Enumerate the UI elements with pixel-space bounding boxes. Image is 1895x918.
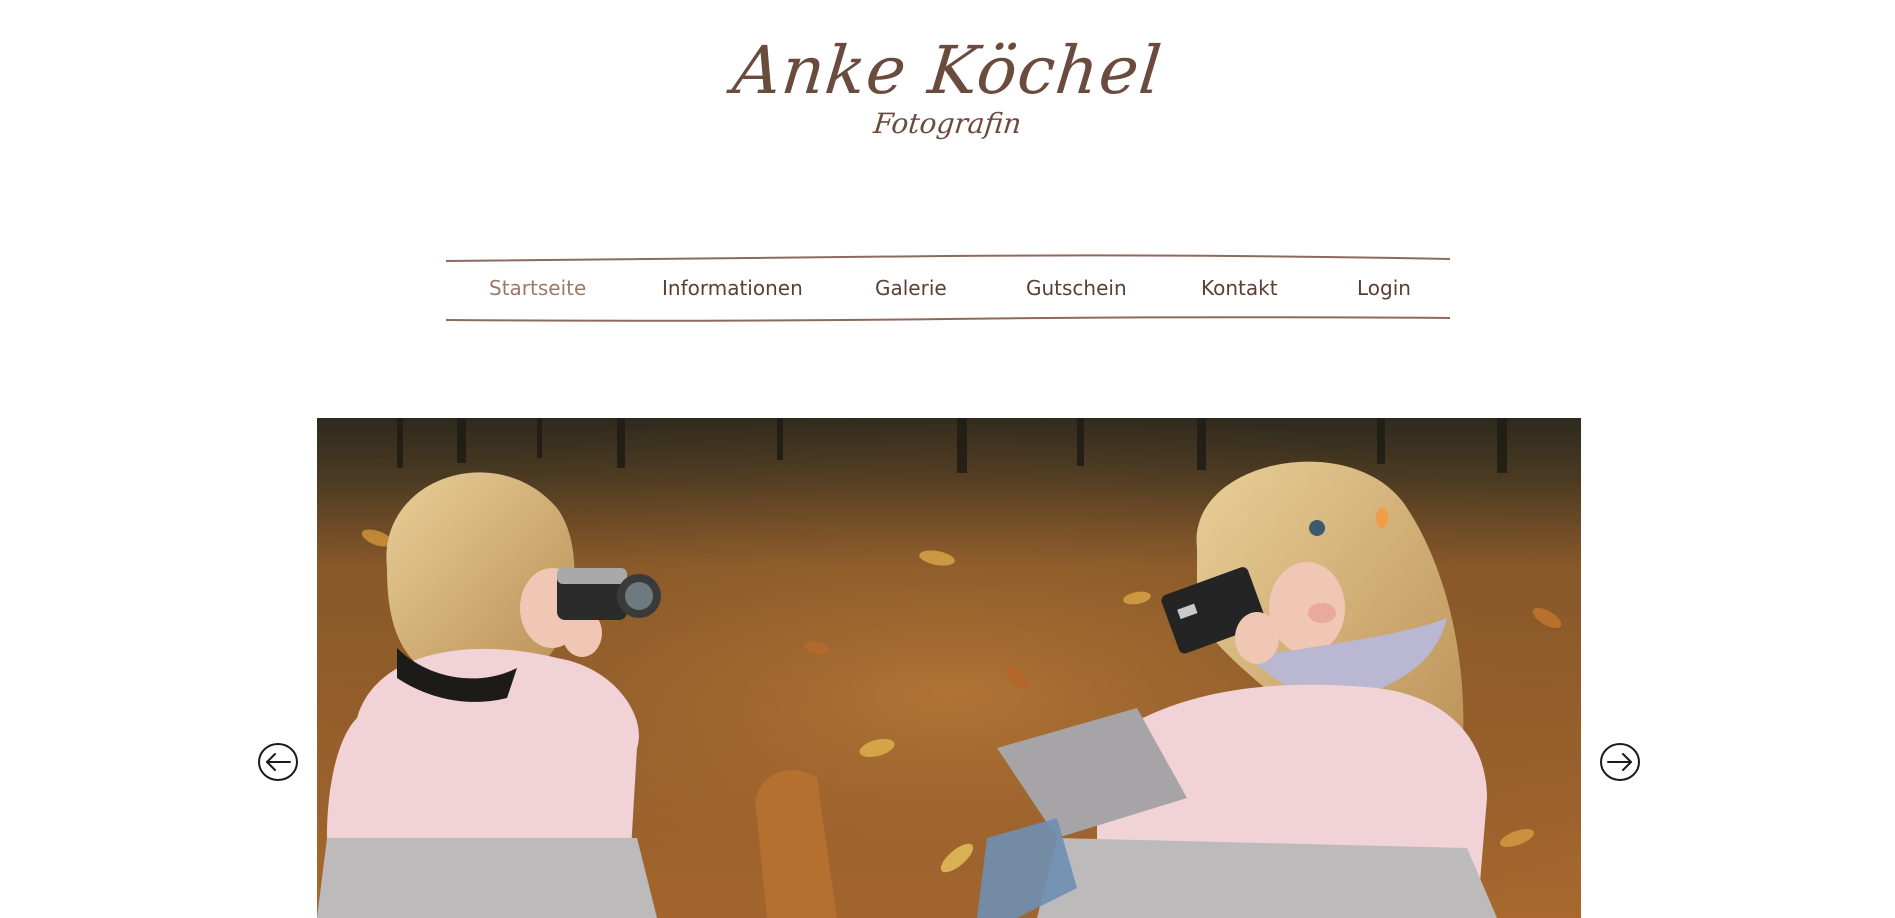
nav-item-kontakt[interactable]: Kontakt bbox=[1201, 276, 1278, 300]
main-navigation: Startseite Informationen Galerie Gutsche… bbox=[445, 254, 1451, 322]
nav-item-startseite[interactable]: Startseite bbox=[489, 276, 586, 300]
nav-item-informationen[interactable]: Informationen bbox=[662, 276, 803, 300]
logo-tagline: Fotografin bbox=[872, 107, 1024, 140]
nav-item-galerie[interactable]: Galerie bbox=[875, 276, 947, 300]
arrow-left-circle-icon bbox=[258, 743, 298, 781]
slider-photo bbox=[317, 418, 1581, 918]
nav-bottom-rule bbox=[445, 316, 1451, 322]
logo-name: Anke Köchel bbox=[729, 32, 1166, 109]
site-logo[interactable]: Anke Köchel Fotografin bbox=[0, 32, 1895, 140]
nav-item-gutschein[interactable]: Gutschein bbox=[1026, 276, 1127, 300]
arrow-right-circle-icon bbox=[1600, 743, 1640, 781]
nav-item-login[interactable]: Login bbox=[1357, 276, 1411, 300]
slider-image bbox=[317, 418, 1581, 918]
slider-prev-button[interactable] bbox=[257, 742, 299, 782]
slider-next-button[interactable] bbox=[1599, 742, 1641, 782]
